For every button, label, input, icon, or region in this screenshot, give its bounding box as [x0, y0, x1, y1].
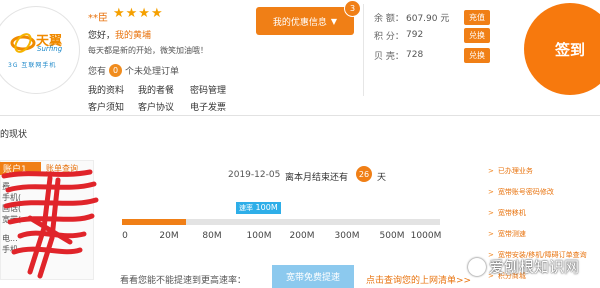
shells-label: 贝 壳： [374, 51, 404, 62]
rate-tick-label: 1000M [410, 231, 442, 241]
pending-orders: 您有 0 个未处理订单 [88, 64, 179, 77]
redaction-scribble [1, 169, 99, 279]
rate-tick-label: 300M [334, 231, 360, 241]
promo-label: 我的优惠信息 [272, 17, 327, 28]
promo-count-badge: 3 [344, 0, 361, 17]
star-rating: ★★★★ [113, 6, 164, 21]
link-e-invoice[interactable]: 电子发票 [190, 100, 250, 113]
rate-tick-label: 200M [289, 231, 315, 241]
arrow-right-icon: > [488, 208, 494, 217]
days-unit: 天 [377, 173, 387, 183]
service-item[interactable]: > 宽带测速 [488, 223, 600, 244]
balance-label: 余 额： [374, 13, 404, 24]
days-left-badge: 26 [356, 166, 372, 182]
points-value: 792 [406, 30, 424, 40]
section-title: 的现状 [0, 130, 28, 140]
points-label: 积 分： [374, 31, 404, 42]
greeting: 您好，我的黄埔 [88, 28, 151, 41]
current-date: 2019-12-05 [228, 170, 281, 180]
arrow-right-icon: > [488, 166, 494, 175]
watermark-text: 爱刨根知识网 [489, 258, 580, 276]
rate-tick-label: 20M [159, 231, 179, 241]
shells-row: 贝 壳： 728 兑换 [374, 47, 504, 63]
user-name: **臣 [88, 13, 108, 24]
arrow-right-icon: > [488, 187, 494, 196]
greeting-name[interactable]: 我的黄埔 [115, 31, 151, 41]
browse-history-link[interactable]: 点击查询您的上网清单>> [366, 273, 471, 286]
balance-value: 607.90 元 [406, 13, 450, 24]
service-label: 已办理业务 [497, 166, 533, 175]
link-my-profile[interactable]: 我的资料 [88, 83, 138, 96]
pending-count[interactable]: 0 [109, 64, 123, 77]
arrow-right-icon: > [488, 229, 494, 238]
brand-sub: Surfing [37, 45, 63, 53]
month-end-text: 离本月结束还有 [285, 173, 349, 183]
service-item[interactable]: > 已办理业务 [488, 160, 600, 181]
signin-button[interactable]: 签到 [524, 3, 600, 95]
rate-tooltip: 速率 100M [236, 202, 281, 214]
rate-label: 速率 [239, 204, 253, 212]
promo-info-button[interactable]: 我的优惠信息 ▼ [256, 7, 354, 35]
points-row: 积 分： 792 兑换 [374, 27, 504, 43]
chevron-down-icon: ▼ [330, 16, 338, 26]
watermark: 爱刨根知识网 [468, 256, 579, 277]
link-password[interactable]: 密码管理 [190, 83, 250, 96]
watermark-logo-icon [468, 257, 486, 276]
motto: 每天都是新的开始，微笑加油哦！ [88, 46, 208, 55]
recharge-button[interactable]: 充值 [464, 9, 490, 25]
divider [0, 115, 600, 116]
brand-swirl-icon [10, 33, 36, 53]
link-customer-notice[interactable]: 客户须知 [88, 100, 138, 113]
service-label: 宽带账号密码修改 [497, 187, 554, 196]
pending-prefix: 您有 [88, 67, 107, 77]
shells-value: 728 [406, 50, 424, 60]
service-item[interactable]: > 宽带账号密码修改 [488, 181, 600, 202]
service-label: 宽带测速 [497, 229, 526, 238]
brand-tagline: 3G 互联网手机 [8, 62, 57, 69]
free-speedup-button[interactable]: 宽带免费提速 [272, 265, 354, 288]
rate-tick-label: 80M [202, 231, 222, 241]
rate-bar-fill [122, 219, 186, 225]
speedup-prompt: 看看您能不能提速到更高速率： [120, 276, 247, 286]
divider [363, 4, 364, 96]
balance-row: 余 额： 607.90 元 充值 [374, 9, 504, 25]
link-my-package[interactable]: 我的者餐 [138, 83, 190, 96]
points-exchange-button[interactable]: 兑换 [464, 27, 490, 43]
shells-exchange-button[interactable]: 兑换 [464, 47, 490, 63]
greeting-prefix: 您好， [88, 31, 116, 41]
rate-value: 100M [255, 203, 278, 212]
link-customer-agreement[interactable]: 客户协议 [138, 100, 190, 113]
rate-tick-label: 500M [379, 231, 405, 241]
service-label: 宽带移机 [497, 208, 526, 217]
rate-tick-label: 100M [246, 231, 272, 241]
profile-links: 我的资料 我的者餐 密码管理 客户须知 客户协议 电子发票 [88, 83, 258, 113]
service-item[interactable]: > 宽带移机 [488, 202, 600, 223]
rate-tick-label: 0 [122, 231, 128, 241]
pending-suffix: 个未处理订单 [125, 67, 180, 77]
